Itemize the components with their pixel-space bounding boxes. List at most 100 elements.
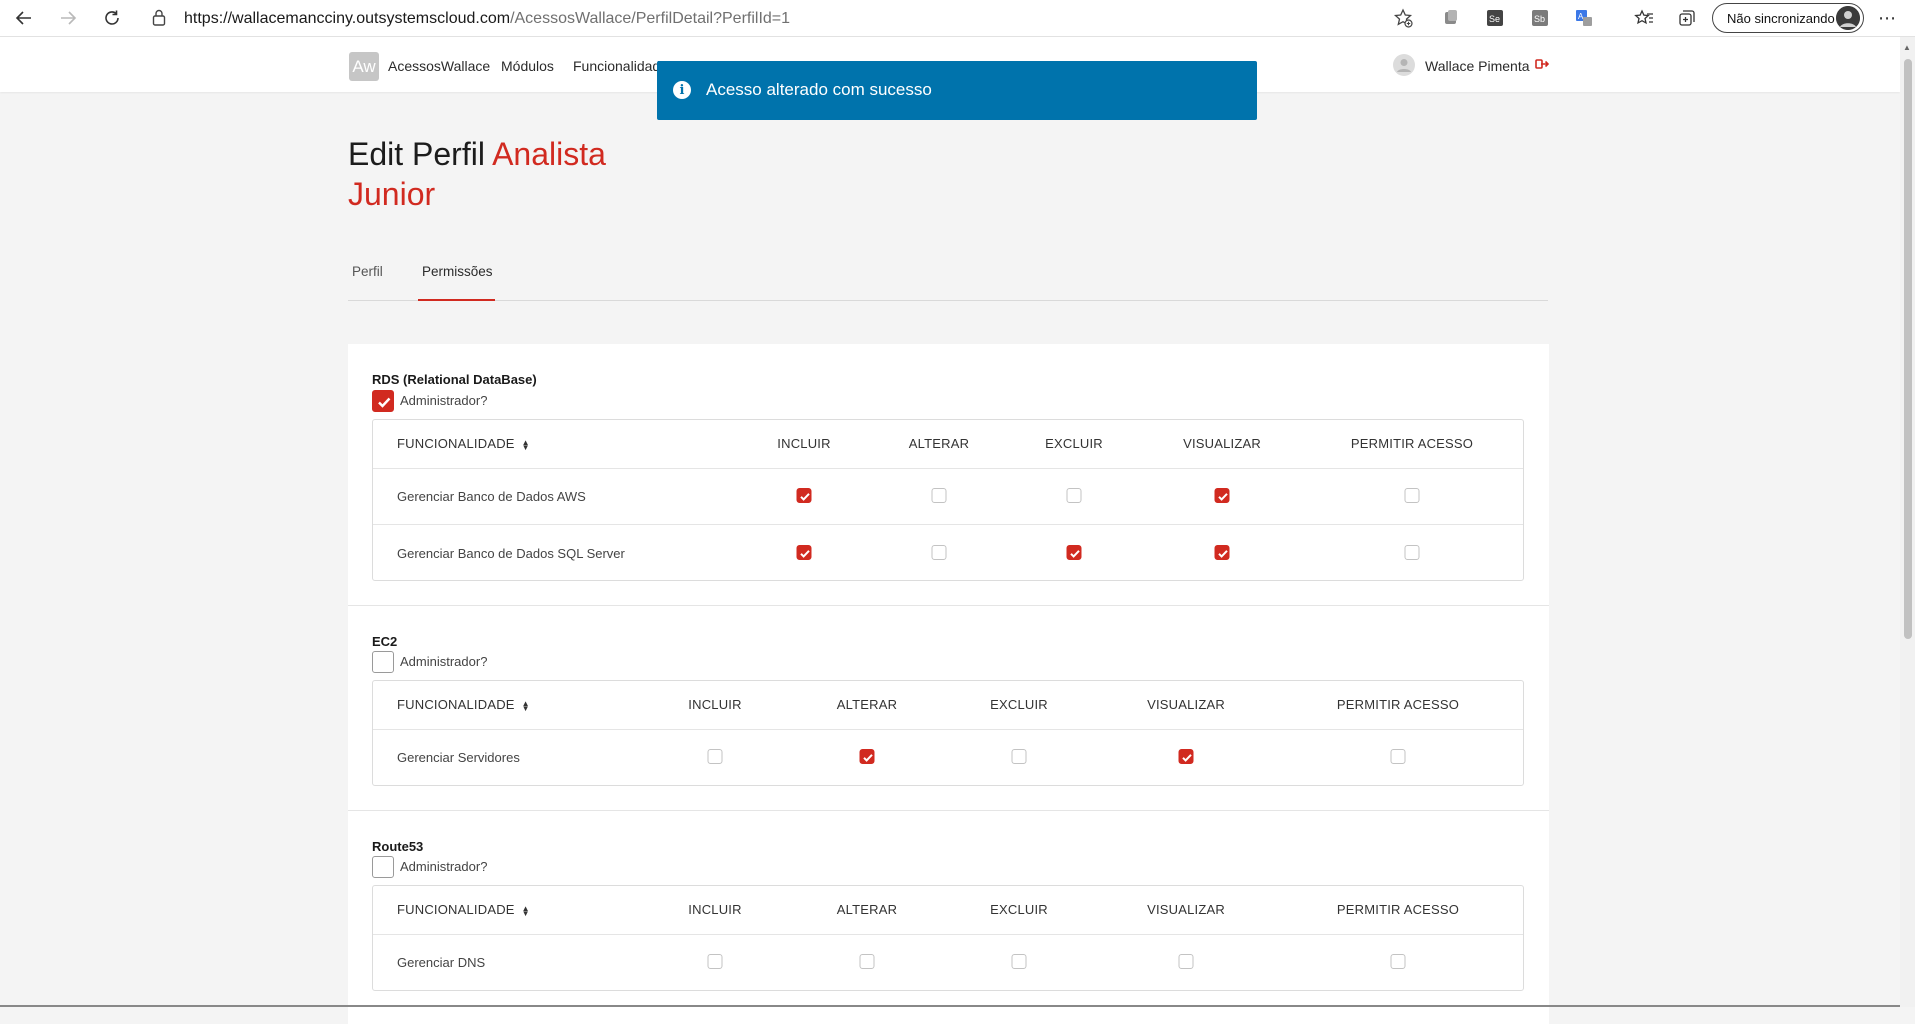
sort-icon[interactable]: ▲ ▼ (522, 699, 530, 712)
admin-checkbox[interactable] (372, 856, 394, 878)
column-header-alterar: ALTERAR (908, 436, 970, 451)
admin-label: Administrador? (400, 393, 488, 408)
sb-extension-icon[interactable]: Sb (1530, 8, 1550, 28)
funcionalidade-label: Gerenciar DNS (397, 955, 486, 970)
permissions-card: RDS (Relational DataBase) Administrador?… (348, 344, 1549, 1024)
checkbox-permitir-acesso[interactable] (1390, 749, 1406, 764)
checkbox-excluir[interactable] (1066, 488, 1082, 503)
table-header: FUNCIONALIDADE ▲ ▼ INCLUIR ALTERAR EXCLUIR… (373, 886, 1523, 935)
checkbox-incluir[interactable] (796, 488, 812, 503)
permission-section-rds: RDS (Relational DataBase) Administrador?… (348, 344, 1549, 606)
column-header-excluir: EXCLUIR (990, 697, 1048, 712)
funcionalidade-label: Gerenciar Banco de Dados AWS (397, 489, 586, 504)
checkbox-excluir[interactable] (1066, 545, 1082, 560)
checkbox-visualizar[interactable] (1178, 954, 1194, 969)
add-favorite-icon[interactable] (1393, 8, 1413, 33)
checkbox-alterar[interactable] (931, 545, 947, 560)
checkbox-permitir-acesso[interactable] (1404, 545, 1420, 560)
funcionalidade-label: Gerenciar Servidores (397, 750, 520, 765)
user-avatar-icon[interactable] (1393, 54, 1415, 76)
address-bar[interactable]: https://wallacemancciny.outsystemscloud.… (140, 3, 1423, 33)
table-row: Gerenciar Banco de Dados AWS (373, 468, 1523, 525)
checkbox-alterar[interactable] (859, 749, 875, 764)
sort-icon[interactable]: ▲ ▼ (522, 904, 530, 917)
column-header-label: FUNCIONALIDADE (397, 436, 515, 451)
url-text: https://wallacemancciny.outsystemscloud.… (184, 10, 790, 28)
success-toast[interactable]: i Acesso alterado com sucesso (657, 61, 1257, 120)
page-title-prefix: Edit Perfil (348, 136, 493, 172)
app-name-link[interactable]: AcessosWallace (388, 58, 490, 74)
column-header-funcionalidade[interactable]: FUNCIONALIDADE ▲ ▼ (397, 436, 530, 451)
scroll-thumb[interactable] (1904, 59, 1912, 639)
checkbox-visualizar[interactable] (1214, 488, 1230, 503)
checkbox-incluir[interactable] (707, 954, 723, 969)
table-header: FUNCIONALIDADE ▲ ▼ INCLUIR ALTERAR EXCLUIR… (373, 420, 1523, 469)
scroll-up-icon[interactable]: ▲ (1903, 43, 1911, 52)
lock-icon[interactable] (152, 9, 166, 31)
tab-permissoes-label: Permissões (422, 264, 493, 279)
checkbox-alterar[interactable] (859, 954, 875, 969)
checkbox-alterar[interactable] (931, 488, 947, 503)
sort-icon[interactable]: ▲ ▼ (522, 438, 530, 451)
checkbox-excluir[interactable] (1011, 749, 1027, 764)
translate-icon[interactable]: A (1574, 8, 1594, 28)
section-title: RDS (Relational DataBase) (372, 372, 537, 387)
user-name[interactable]: Wallace Pimenta (1425, 58, 1530, 74)
column-header-permitir-acesso: PERMITIR ACESSO (1336, 697, 1460, 712)
permissions-table: FUNCIONALIDADE ▲ ▼ INCLUIR ALTERAR EXCLUIR… (372, 885, 1524, 991)
checkbox-incluir[interactable] (796, 545, 812, 560)
section-title: EC2 (372, 634, 398, 649)
column-header-funcionalidade[interactable]: FUNCIONALIDADE ▲ ▼ (397, 697, 530, 712)
admin-label: Administrador? (400, 654, 488, 669)
table-header: FUNCIONALIDADE ▲ ▼ INCLUIR ALTERAR EXCLUIR… (373, 681, 1523, 730)
checkbox-visualizar[interactable] (1178, 749, 1194, 764)
menu-item-modulos[interactable]: Módulos (501, 58, 554, 74)
table-row: Gerenciar DNS (373, 934, 1523, 990)
sync-label: Não sincronizando (1727, 11, 1835, 26)
column-header-label: FUNCIONALIDADE (397, 902, 515, 917)
settings-more-icon[interactable]: ⋯ (1878, 8, 1897, 29)
column-header-visualizar: VISUALIZAR (1183, 436, 1261, 451)
info-icon: i (673, 81, 691, 99)
column-header-funcionalidade[interactable]: FUNCIONALIDADE ▲ ▼ (397, 902, 530, 917)
logout-icon[interactable] (1535, 57, 1550, 76)
table-row: Gerenciar Banco de Dados SQL Server (373, 525, 1523, 581)
app-logo[interactable]: Aw (349, 52, 379, 81)
menu-item-funcionalidades[interactable]: Funcionalidad (573, 58, 660, 74)
permission-section-route53: Route53 Administrador? FUNCIONALIDADE ▲ ▼ … (348, 810, 1549, 1024)
table-row: Gerenciar Servidores (373, 729, 1523, 785)
favorites-icon[interactable] (1634, 8, 1654, 28)
back-icon[interactable] (10, 4, 38, 32)
tab-permissoes[interactable]: Permissões (418, 264, 495, 301)
selenium-extension-icon[interactable]: Se (1485, 8, 1505, 28)
sync-button[interactable]: Não sincronizando (1712, 3, 1864, 33)
reload-icon[interactable] (98, 4, 126, 32)
tab-perfil[interactable]: Perfil (352, 264, 388, 299)
permission-section-ec2: EC2 Administrador? FUNCIONALIDADE ▲ ▼ INCL… (348, 605, 1549, 811)
tab-bar: Perfil Permissões (348, 258, 1548, 301)
section-title: Route53 (372, 839, 424, 854)
admin-checkbox[interactable] (372, 390, 394, 412)
admin-checkbox[interactable] (372, 651, 394, 673)
column-header-visualizar: VISUALIZAR (1147, 697, 1225, 712)
column-header-visualizar: VISUALIZAR (1147, 902, 1225, 917)
checkbox-visualizar[interactable] (1214, 545, 1230, 560)
column-header-permitir-acesso: PERMITIR ACESSO (1350, 436, 1474, 451)
checkbox-incluir[interactable] (707, 749, 723, 764)
svg-text:Se: Se (1489, 14, 1500, 24)
column-header-excluir: EXCLUIR (990, 902, 1048, 917)
svg-text:Sb: Sb (1534, 14, 1545, 24)
forward-icon[interactable] (54, 4, 82, 32)
collections-icon[interactable] (1677, 8, 1697, 28)
extension-icon[interactable] (1441, 8, 1461, 28)
page-scrollbar[interactable]: ▲ (1900, 37, 1915, 1007)
column-header-incluir: INCLUIR (777, 436, 831, 451)
browser-toolbar: https://wallacemancciny.outsystemscloud.… (0, 0, 1915, 37)
checkbox-permitir-acesso[interactable] (1404, 488, 1420, 503)
funcionalidade-label: Gerenciar Banco de Dados SQL Server (397, 546, 625, 561)
permissions-table: FUNCIONALIDADE ▲ ▼ INCLUIR ALTERAR EXCLUIR… (372, 680, 1524, 786)
profile-avatar-icon (1836, 6, 1860, 30)
checkbox-permitir-acesso[interactable] (1390, 954, 1406, 969)
checkbox-excluir[interactable] (1011, 954, 1027, 969)
page-title: Edit Perfil Analista Junior (348, 134, 668, 214)
